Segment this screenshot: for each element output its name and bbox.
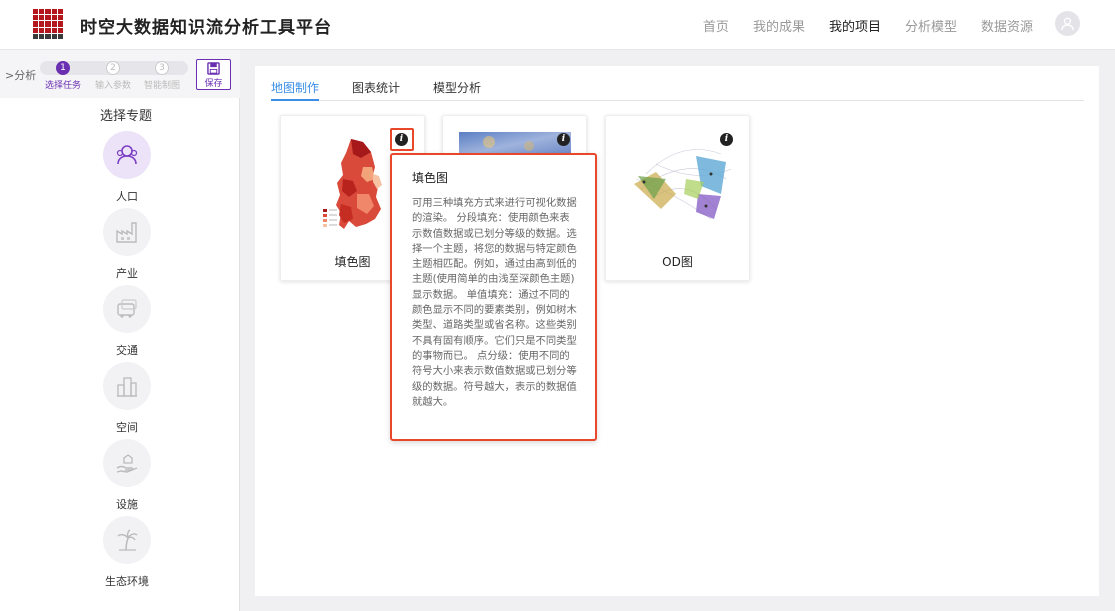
people-icon — [116, 145, 138, 165]
tab-chart-stats[interactable]: 图表统计 — [352, 79, 400, 101]
nav-data-resources[interactable]: 数据资源 — [981, 16, 1033, 35]
tooltip-body: 可用三种填充方式来进行可视化数据的渲染。 分段填充：使用颜色来表示数值数据或已划… — [412, 197, 577, 408]
topic-industry[interactable]: 产业 — [102, 208, 152, 281]
tab-model-analysis[interactable]: 模型分析 — [433, 79, 481, 101]
info-tooltip: 填色图 可用三种填充方式来进行可视化数据的渲染。 分段填充：使用颜色来表示数值数… — [390, 153, 597, 441]
step-3-label: 智能制图 — [144, 81, 181, 91]
od-flow-map-thumbnail — [634, 149, 732, 220]
nav-my-projects[interactable]: 我的项目 — [829, 16, 881, 35]
app-logo — [33, 9, 63, 39]
nav-home[interactable]: 首页 — [703, 16, 729, 35]
topic-label: 人口 — [116, 190, 138, 203]
breadcrumb: >分析 — [5, 69, 37, 82]
app-header: 时空大数据知识流分析工具平台 首页 我的成果 我的项目 分析模型 数据资源 — [0, 0, 1115, 50]
step-bar: >分析 1 2 3 选择任务 输入参数 智能制图 保存 — [0, 50, 240, 98]
transport-icon — [117, 299, 137, 318]
info-icon-highlight — [390, 128, 414, 151]
topic-transport[interactable]: 交通 — [102, 285, 152, 358]
card-label: OD图 — [662, 255, 693, 269]
sidebar: >分析 1 2 3 选择任务 输入参数 智能制图 保存 选择专题 人口 产业 交… — [0, 50, 240, 611]
map-card-od[interactable]: i OD图 — [605, 115, 750, 281]
palm-tree-icon — [117, 529, 138, 551]
step-progress: 1 2 3 — [40, 61, 188, 75]
topic-label: 空间 — [116, 421, 138, 434]
top-nav: 首页 我的成果 我的项目 分析模型 数据资源 — [703, 0, 1033, 50]
save-icon — [207, 62, 220, 75]
user-avatar[interactable] — [1055, 11, 1080, 36]
topic-space[interactable]: 空间 — [102, 362, 152, 435]
topic-population[interactable]: 人口 — [102, 131, 152, 204]
factory-icon — [116, 222, 137, 243]
topic-label: 产业 — [116, 267, 138, 280]
topic-label: 生态环境 — [105, 575, 149, 588]
step-3[interactable]: 3 — [155, 61, 169, 75]
info-icon[interactable]: i — [720, 133, 733, 146]
app-title: 时空大数据知识流分析工具平台 — [80, 18, 332, 38]
section-title: 选择专题 — [99, 109, 152, 124]
facility-hand-icon — [116, 454, 138, 473]
tooltip-title: 填色图 — [412, 171, 449, 185]
nav-my-results[interactable]: 我的成果 — [753, 16, 805, 35]
step-1-label: 选择任务 — [45, 81, 82, 91]
step-1[interactable]: 1 — [56, 61, 70, 75]
choropleth-map-thumbnail — [323, 139, 382, 229]
topic-facility[interactable]: 设施 — [102, 439, 152, 512]
buildings-icon — [117, 377, 137, 397]
save-button[interactable]: 保存 — [196, 59, 231, 90]
save-label: 保存 — [204, 79, 223, 89]
nav-analysis-models[interactable]: 分析模型 — [905, 16, 957, 35]
step-2-label: 输入参数 — [95, 81, 132, 91]
topic-label: 交通 — [116, 344, 138, 357]
tab-map-making[interactable]: 地图制作 — [271, 79, 320, 101]
user-icon — [1061, 17, 1074, 31]
tab-bar: 地图制作 图表统计 模型分析 — [271, 79, 1084, 101]
info-icon[interactable]: i — [557, 133, 570, 146]
step-2[interactable]: 2 — [106, 61, 120, 75]
main-panel: 地图制作 图表统计 模型分析 i 填色图 i i OD图 — [255, 66, 1099, 596]
topic-ecology[interactable]: 生态环境 — [102, 516, 152, 589]
topic-label: 设施 — [116, 498, 138, 511]
